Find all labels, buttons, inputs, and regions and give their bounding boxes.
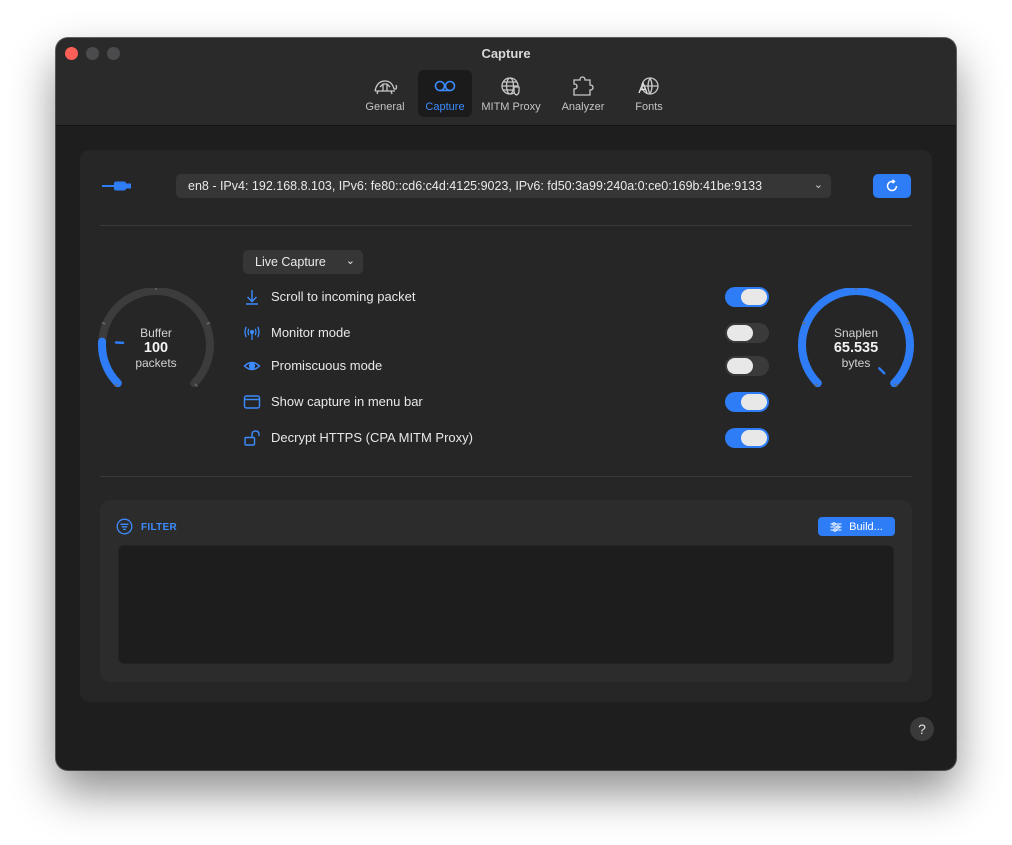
option-label: Scroll to incoming packet <box>271 289 416 304</box>
tab-general[interactable]: General <box>358 70 412 117</box>
option-monitor-mode: Monitor mode <box>243 322 773 344</box>
interface-select-value: en8 - IPv4: 192.168.8.103, IPv6: fe80::c… <box>188 179 763 193</box>
decrypt-https-toggle[interactable] <box>725 428 769 448</box>
option-label: Monitor mode <box>271 325 351 340</box>
tab-label: Analyzer <box>561 101 605 113</box>
window-title: Capture <box>481 46 531 61</box>
buffer-gauge[interactable]: Buffer 100 packets <box>94 286 218 400</box>
snaplen-unit: bytes <box>841 356 871 370</box>
filter-icon <box>116 518 133 535</box>
preferences-window: Capture General Capture MITM Proxy Analy… <box>56 38 956 770</box>
divider <box>100 225 912 226</box>
divider <box>100 476 912 477</box>
toggle-knob <box>741 430 767 446</box>
chevron-down-icon: ⌄ <box>813 179 823 191</box>
window-icon <box>243 395 261 409</box>
sliders-icon <box>830 521 842 532</box>
toggle-knob <box>727 325 753 341</box>
toolbar-tabs: General Capture MITM Proxy Analyzer Font… <box>358 70 676 118</box>
snaplen-value: 65.535 <box>833 340 879 356</box>
ethernet-plug-icon <box>102 181 131 191</box>
option-decrypt-https: Decrypt HTTPS (CPA MITM Proxy) <box>243 427 773 449</box>
turtle-icon <box>374 80 398 95</box>
snaplen-title: Snaplen <box>833 326 879 340</box>
build-filter-button[interactable]: Build... <box>818 517 895 536</box>
filter-input[interactable] <box>118 545 894 664</box>
titlebar: Capture General Capture MITM Proxy Analy… <box>56 38 956 126</box>
tab-analyzer[interactable]: Analyzer <box>550 70 616 117</box>
option-label: Decrypt HTTPS (CPA MITM Proxy) <box>271 430 473 445</box>
filter-label: FILTER <box>141 522 178 533</box>
filter-section: FILTER Build... <box>100 500 912 682</box>
tab-capture[interactable]: Capture <box>418 70 472 117</box>
tab-label: General <box>365 101 405 113</box>
globe-shield-icon <box>501 77 520 96</box>
interface-select[interactable]: en8 - IPv4: 192.168.8.103, IPv6: fe80::c… <box>176 174 831 198</box>
show-in-menu-bar-toggle[interactable] <box>725 392 769 412</box>
option-label: Show capture in menu bar <box>271 394 423 409</box>
unlock-icon <box>244 430 260 446</box>
tab-label: Fonts <box>635 101 663 113</box>
chevron-down-icon: ⌄ <box>345 255 355 267</box>
option-show-in-menu-bar: Show capture in menu bar <box>243 391 773 413</box>
voicemail-icon <box>434 80 456 92</box>
tab-mitm-proxy[interactable]: MITM Proxy <box>478 70 544 117</box>
option-label: Promiscuous mode <box>271 358 383 373</box>
toggle-knob <box>727 358 753 374</box>
monitor-mode-toggle[interactable] <box>725 323 769 343</box>
refresh-interfaces-button[interactable] <box>873 174 911 198</box>
build-filter-label: Build... <box>849 520 883 533</box>
font-globe-icon <box>638 77 659 95</box>
scroll-to-incoming-toggle[interactable] <box>725 287 769 307</box>
help-button[interactable]: ? <box>910 717 934 741</box>
tab-label: Capture <box>425 101 465 113</box>
toggle-knob <box>741 394 767 410</box>
promiscuous-mode-toggle[interactable] <box>725 356 769 376</box>
option-scroll-to-incoming: Scroll to incoming packet <box>243 286 773 308</box>
buffer-title: Buffer <box>140 326 172 340</box>
antenna-icon <box>244 326 260 340</box>
capture-mode-value: Live Capture <box>255 255 326 269</box>
arrow-down-icon <box>246 290 258 305</box>
option-promiscuous-mode: Promiscuous mode <box>243 355 773 377</box>
puzzle-icon <box>573 76 594 96</box>
tab-label: MITM Proxy <box>481 101 541 113</box>
toggle-knob <box>741 289 767 305</box>
buffer-unit: packets <box>135 356 177 370</box>
tab-fonts[interactable]: Fonts <box>622 70 676 117</box>
snaplen-gauge[interactable]: Snaplen 65.535 bytes <box>794 286 918 400</box>
buffer-value: 100 <box>143 340 169 356</box>
refresh-icon <box>886 179 898 192</box>
eye-icon <box>243 361 261 371</box>
capture-mode-select[interactable]: Live Capture ⌄ <box>243 250 363 274</box>
capture-panel: en8 - IPv4: 192.168.8.103, IPv6: fe80::c… <box>80 150 932 702</box>
